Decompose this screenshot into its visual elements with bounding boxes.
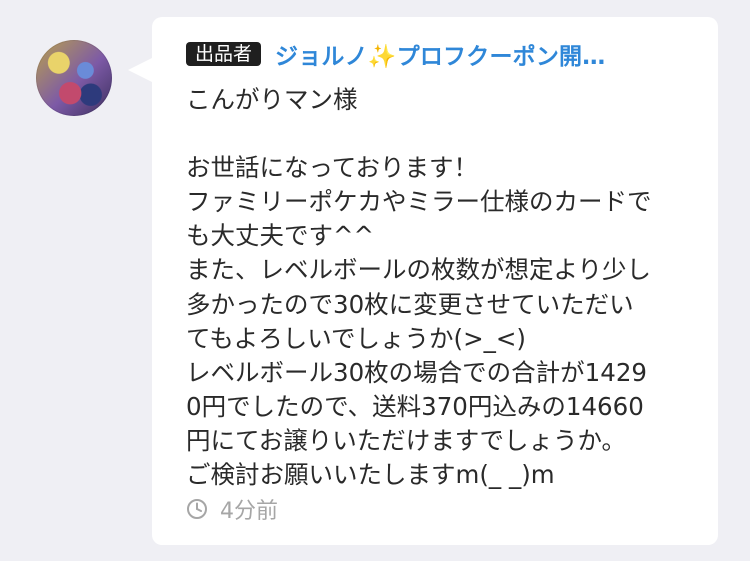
message-line: 0円でしたので、送料370円込みの14660 [186, 391, 644, 421]
message-line: も大丈夫です^^ [186, 221, 375, 251]
seller-name-link[interactable]: ジョルノ✨プロフクーポン開… [275, 37, 667, 71]
message-line: てもよろしいでしょうか(>_<) [186, 323, 526, 353]
message-line: 多かったので30枚に変更させていただい [186, 289, 634, 319]
message-line: レベルボール30枚の場合での合計が1429 [186, 357, 648, 387]
message-line: ファミリーポケカやミラー仕様のカードで [186, 187, 652, 217]
clock-icon [186, 498, 208, 520]
message-line: また、レベルボールの枚数が想定より少し [186, 255, 652, 285]
message-line: お世話になっております！ [186, 153, 479, 183]
bubble-tail [128, 58, 152, 82]
message-line: 円にてお譲りいただけますでしょうか。 [186, 425, 627, 455]
message-line: ご検討お願いいたしますm(_ _)m [186, 460, 555, 490]
seller-badge: 出品者 [186, 42, 262, 66]
message-body: こんがりマン様 お世話になっております！ ファミリーポケカやミラー仕様のカードで… [186, 83, 690, 492]
message-line: こんがりマン様 [186, 85, 358, 114]
message-header: 出品者 ジョルノ✨プロフクーポン開… [186, 37, 690, 71]
message-bubble: 出品者 ジョルノ✨プロフクーポン開… こんがりマン様 お世話になっております！ … [152, 17, 718, 545]
message-meta: 4分前 [186, 494, 278, 524]
avatar[interactable] [36, 40, 112, 116]
timestamp: 4分前 [220, 499, 278, 524]
message-line [186, 117, 690, 151]
